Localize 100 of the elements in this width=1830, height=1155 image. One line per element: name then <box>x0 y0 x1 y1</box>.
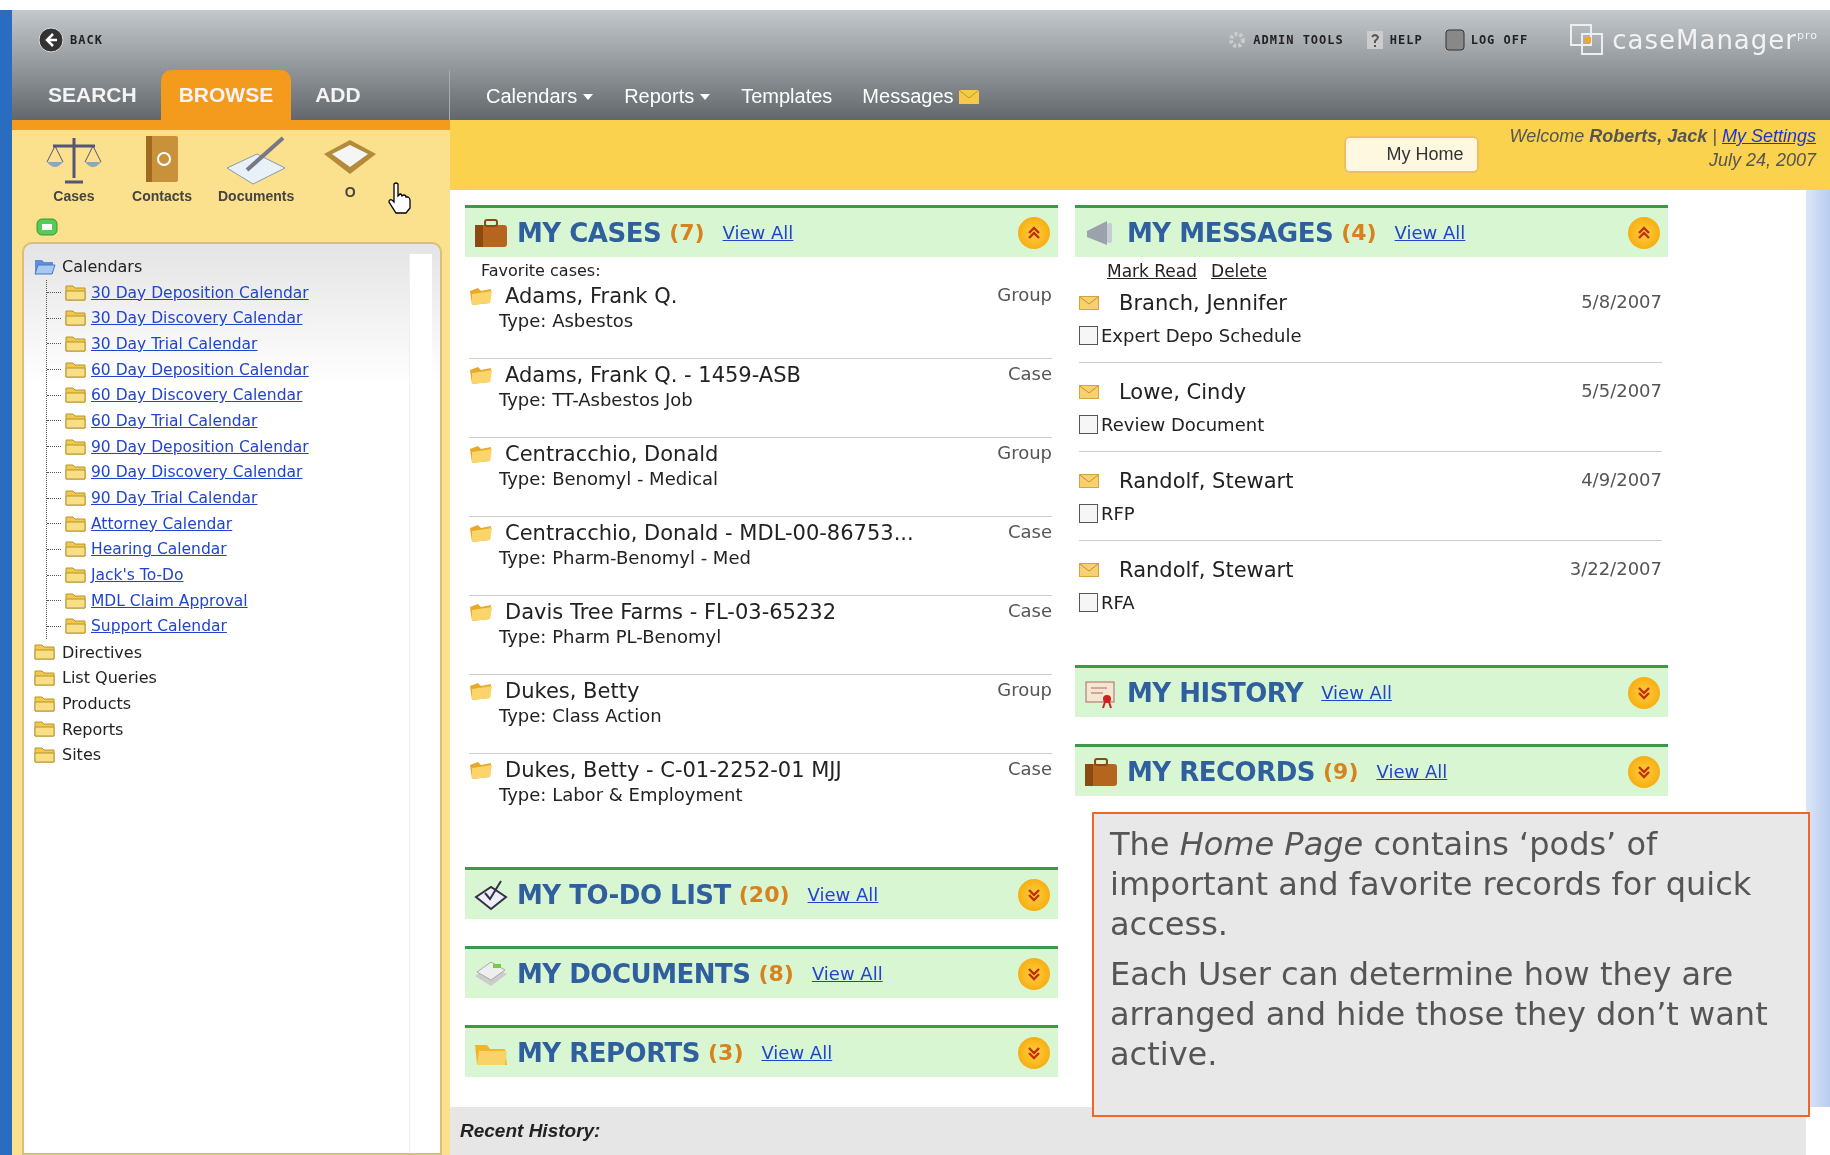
folder-icon[interactable] <box>34 694 56 713</box>
case-category: Case <box>1007 521 1052 542</box>
checkbox[interactable] <box>1079 504 1098 523</box>
briefcase-icon <box>473 216 509 249</box>
case-link[interactable]: Davis Tree Farms - FL-03-65232 <box>505 600 996 624</box>
message-action-link[interactable]: Delete <box>1211 261 1267 281</box>
folder-icon <box>469 286 493 306</box>
tree-item[interactable]: Calendars <box>62 257 143 277</box>
message-date: 5/8/2007 <box>1581 291 1662 312</box>
calendar-link[interactable]: 60 Day Trial Calendar <box>91 411 258 430</box>
tree-item[interactable]: Reports <box>62 719 124 739</box>
calendar-link[interactable]: 90 Day Deposition Calendar <box>91 437 309 456</box>
briefcase-icon <box>1083 755 1119 788</box>
case-link[interactable]: Centracchio, Donald - MDL-00-86753... <box>505 521 996 545</box>
dropdown-arrow-icon[interactable] <box>582 92 595 101</box>
case-category: Group <box>997 679 1052 700</box>
view-all-link[interactable]: View All <box>1376 761 1448 782</box>
folder-icon[interactable] <box>34 643 56 662</box>
checkbox[interactable] <box>1079 415 1098 434</box>
case-link[interactable]: Dukes, Betty <box>505 679 986 703</box>
menu-item[interactable]: Messages <box>862 85 954 108</box>
envelope-icon <box>1079 385 1099 399</box>
pod-title: MY REPORTS <box>517 1037 700 1068</box>
calendar-link[interactable]: Hearing Calendar <box>91 540 227 559</box>
view-all-link[interactable]: View All <box>1321 682 1392 703</box>
checkbox[interactable] <box>1079 326 1098 345</box>
browse-link[interactable]: O <box>344 184 356 200</box>
calendar-link[interactable]: Jack's To-Do <box>91 566 184 585</box>
expand-button[interactable] <box>1628 755 1660 788</box>
open-folder-icon[interactable] <box>34 257 56 276</box>
folder-icon[interactable] <box>34 668 56 687</box>
nav-tab[interactable]: SEARCH <box>30 70 155 120</box>
calendar-link[interactable]: 30 Day Deposition Calendar <box>91 283 309 302</box>
nav-tab[interactable]: ADD <box>297 70 379 120</box>
header-link[interactable]: ADMIN TOOLS <box>1253 33 1344 47</box>
tree-item[interactable]: Products <box>62 694 132 714</box>
view-all-link[interactable]: View All <box>722 222 794 243</box>
folder-icon[interactable] <box>34 745 56 764</box>
message-sender[interactable]: Lowe, Cindy <box>1119 380 1570 404</box>
case-link[interactable]: Adams, Frank Q. <box>505 284 986 308</box>
chat-icon[interactable] <box>36 218 58 236</box>
calendar-link[interactable]: 30 Day Trial Calendar <box>91 334 258 353</box>
home-button[interactable]: My Home <box>1344 136 1480 173</box>
case-category: Case <box>1007 600 1052 621</box>
message-sender[interactable]: Branch, Jennifer <box>1119 291 1570 315</box>
folder-icon <box>469 760 493 780</box>
view-all-link[interactable]: View All <box>761 1042 833 1063</box>
menu-item[interactable]: Reports <box>624 85 695 108</box>
case-category: Group <box>997 284 1052 305</box>
help-icon[interactable] <box>1365 30 1384 50</box>
message-action-link[interactable]: Mark Read <box>1107 261 1198 281</box>
case-category: Group <box>997 442 1052 463</box>
pod-subtitle: Favorite cases: <box>481 261 602 280</box>
folder-icon <box>65 360 87 379</box>
case-link[interactable]: Adams, Frank Q. - 1459-ASB <box>505 363 996 387</box>
tree-item[interactable]: Sites <box>62 745 102 765</box>
case-type: Type: Asbestos <box>499 310 635 331</box>
expand-button[interactable] <box>1628 676 1660 709</box>
folder-icon <box>65 463 87 482</box>
checkbox[interactable] <box>1079 593 1098 612</box>
header-link[interactable]: HELP <box>1389 33 1423 47</box>
collapse-button[interactable] <box>1018 216 1050 249</box>
back-link[interactable]: BACK <box>70 33 103 47</box>
folder-icon <box>65 334 87 353</box>
calendar-link[interactable]: 60 Day Discovery Calendar <box>91 386 303 405</box>
folder-icon[interactable] <box>34 720 56 739</box>
calendar-link[interactable]: MDL Claim Approval <box>91 591 248 610</box>
callout-text: Each User can determine how they are arranged and hide those they don’t want active. <box>1110 954 1769 1074</box>
calendar-link[interactable]: 30 Day Discovery Calendar <box>91 309 303 328</box>
square-icon[interactable] <box>1444 29 1465 51</box>
view-all-link[interactable]: View All <box>807 884 879 905</box>
calendar-link[interactable]: 90 Day Discovery Calendar <box>91 463 303 482</box>
view-all-link[interactable]: View All <box>811 963 883 984</box>
browse-link[interactable]: Contacts <box>132 188 192 204</box>
calendar-link[interactable]: 60 Day Deposition Calendar <box>91 360 309 379</box>
menu-item[interactable]: Templates <box>741 85 833 108</box>
calendar-link[interactable]: 90 Day Trial Calendar <box>91 489 258 508</box>
tree-item[interactable]: Directives <box>62 642 142 662</box>
message-sender[interactable]: Randolf, Stewart <box>1119 558 1558 582</box>
browse-link[interactable]: Documents <box>218 188 295 204</box>
checklist-icon <box>473 878 509 911</box>
envelope-icon[interactable] <box>958 89 979 104</box>
view-all-link[interactable]: View All <box>1394 222 1466 243</box>
case-link[interactable]: Centracchio, Donald <box>505 442 986 466</box>
dropdown-arrow-icon[interactable] <box>699 92 712 101</box>
collapse-button[interactable] <box>1628 216 1660 249</box>
settings-link[interactable]: My Settings <box>1721 126 1816 146</box>
expand-button[interactable] <box>1018 957 1050 990</box>
message-sender[interactable]: Randolf, Stewart <box>1119 469 1570 493</box>
folder-icon <box>469 681 493 701</box>
expand-button[interactable] <box>1018 1036 1050 1069</box>
calendar-link[interactable]: Support Calendar <box>91 617 227 636</box>
expand-button[interactable] <box>1018 878 1050 911</box>
tree-item[interactable]: List Queries <box>62 668 157 688</box>
case-link[interactable]: Dukes, Betty - C-01-2252-01 MJJ <box>505 758 996 782</box>
message-subject: RFP <box>1101 503 1135 524</box>
browse-link[interactable]: Cases <box>53 188 95 204</box>
header-link[interactable]: LOG OFF <box>1470 33 1529 47</box>
menu-item[interactable]: Calendars <box>486 85 578 108</box>
calendar-link[interactable]: Attorney Calendar <box>91 514 233 533</box>
